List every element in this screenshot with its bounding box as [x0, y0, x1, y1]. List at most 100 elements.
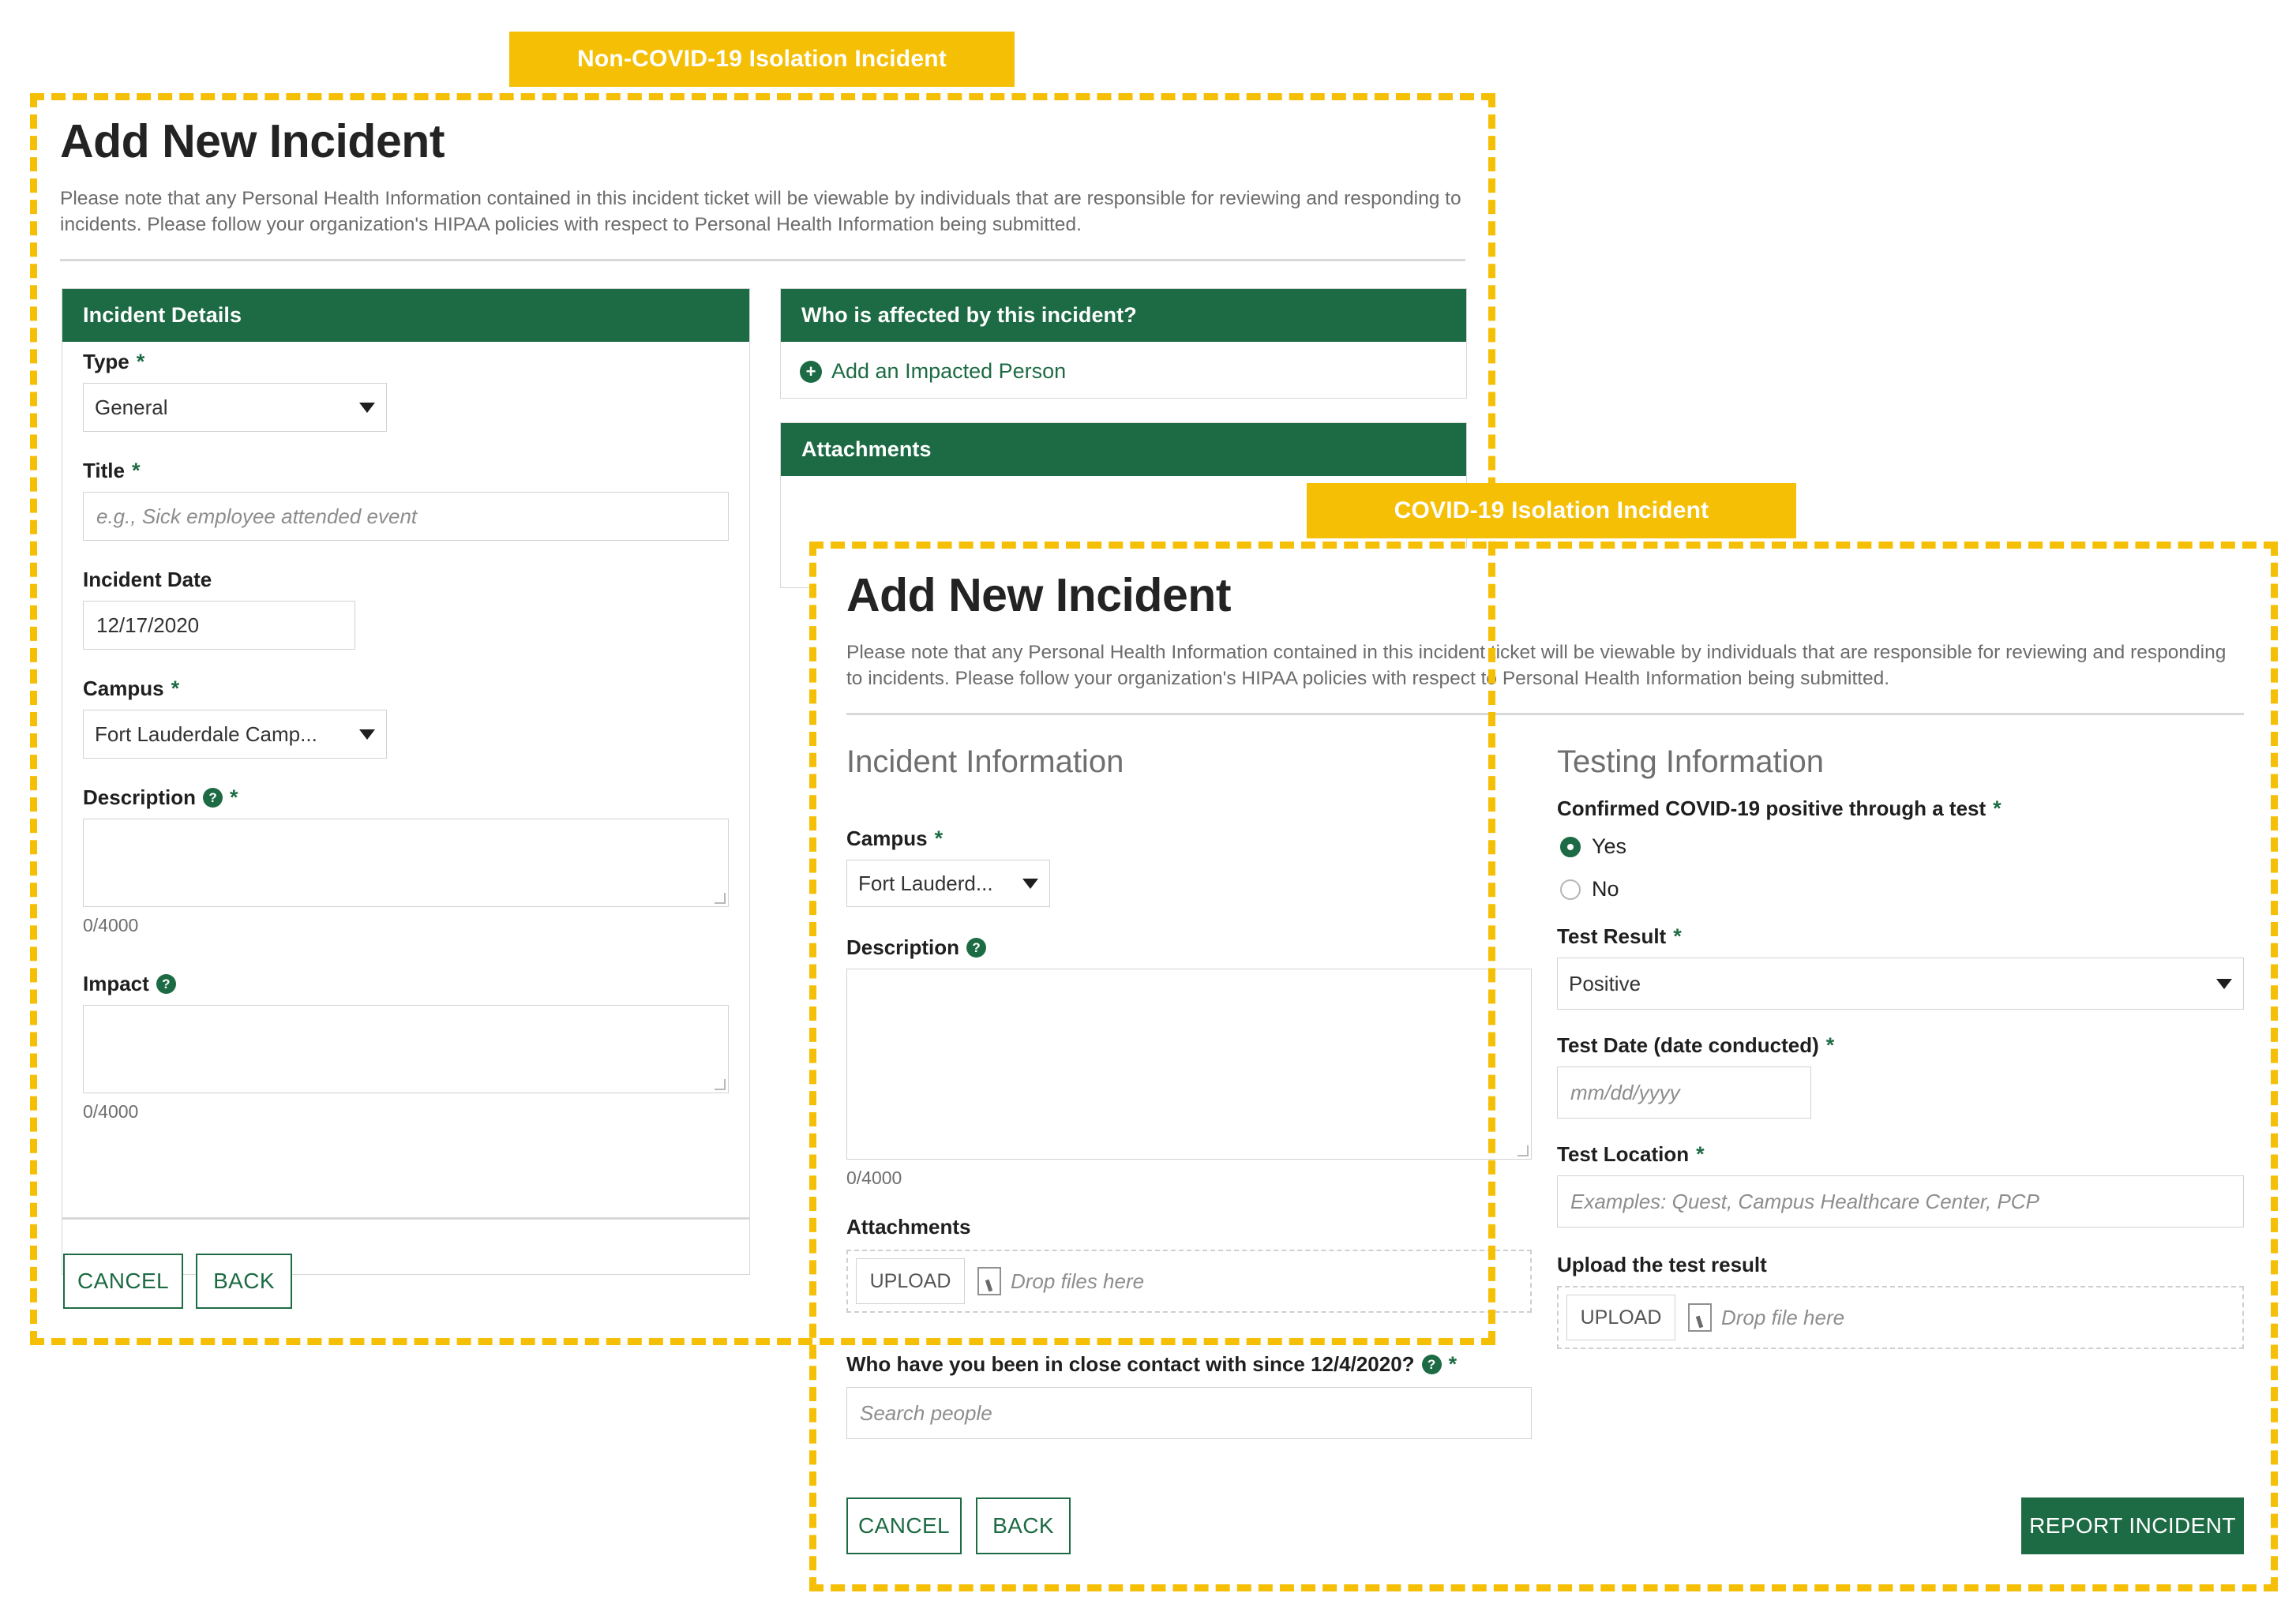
covid-attachments-drop-text: Drop files here [1011, 1269, 1145, 1293]
covid-incident-form: Add New Incident Please note that any Pe… [846, 572, 2244, 1575]
incident-details-card: Incident Details Type * General Title * … [62, 288, 750, 1275]
covid-attachments-label: Attachments [846, 1215, 970, 1239]
upload-test-result-label-text: Upload the test result [1557, 1253, 1767, 1276]
confirmed-no-radio[interactable]: No [1560, 877, 1619, 901]
test-result-value: Positive [1569, 971, 1641, 995]
description-label: Description ? * [83, 785, 238, 810]
confirmed-yes-label: Yes [1592, 834, 1627, 858]
covid-description-label: Description ? [846, 935, 987, 960]
covid-back-button[interactable]: BACK [976, 1497, 1071, 1554]
test-result-label-text: Test Result [1557, 924, 1667, 948]
incident-date-label: Incident Date [83, 568, 212, 592]
covid-hipaa-note: Please note that any Personal Health Inf… [846, 642, 2227, 690]
impact-textarea[interactable] [83, 1005, 729, 1093]
incident-information-title: Incident Information [846, 744, 1124, 779]
chevron-down-icon [2216, 978, 2232, 989]
type-label: Type * [83, 350, 144, 374]
required-asterisk: * [171, 677, 180, 700]
chevron-down-icon [1022, 878, 1038, 889]
affected-persons-card: Who is affected by this incident? + Add … [780, 288, 1467, 399]
radio-unselected-icon [1560, 879, 1581, 900]
covid-campus-select[interactable]: Fort Lauderd... [846, 860, 1050, 907]
affected-persons-body: + Add an Impacted Person [781, 342, 1466, 401]
non-covid-annotation-tag: Non-COVID-19 Isolation Incident [509, 32, 1015, 87]
title-input[interactable]: e.g., Sick employee attended event [83, 492, 729, 541]
covid-campus-label: Campus * [846, 826, 943, 851]
covid-description-label-text: Description [846, 935, 960, 959]
close-contact-label: Who have you been in close contact with … [846, 1352, 1457, 1377]
upload-test-result-label: Upload the test result [1557, 1253, 1767, 1277]
chevron-down-icon [359, 729, 375, 740]
required-asterisk: * [136, 350, 145, 373]
incident-details-body: Type * General Title * e.g., Sick employ… [62, 342, 749, 1308]
required-asterisk: * [1696, 1142, 1705, 1166]
description-counter: 0/4000 [83, 915, 139, 935]
incident-date-input[interactable]: 12/17/2020 [83, 601, 355, 650]
description-textarea[interactable] [83, 819, 729, 907]
help-icon[interactable]: ? [966, 938, 987, 958]
file-drop-icon [1688, 1303, 1712, 1332]
affected-persons-header: Who is affected by this incident? [781, 289, 1466, 342]
report-incident-button[interactable]: REPORT INCIDENT [2021, 1497, 2244, 1554]
test-date-label: Test Date (date conducted) * [1557, 1033, 1834, 1058]
test-result-label: Test Result * [1557, 924, 1682, 949]
add-impacted-person-label: Add an Impacted Person [831, 359, 1067, 383]
add-impacted-person-link[interactable]: + Add an Impacted Person [800, 359, 1447, 384]
covid-description-textarea[interactable] [846, 969, 1532, 1160]
test-result-upload-button[interactable]: UPLOAD [1566, 1295, 1675, 1340]
covid-cancel-button[interactable]: CANCEL [846, 1497, 962, 1554]
close-contact-label-text: Who have you been in close contact with … [846, 1352, 1415, 1376]
campus-select[interactable]: Fort Lauderdale Camp... [83, 710, 387, 759]
page-title: Add New Incident [60, 115, 445, 167]
cancel-button[interactable]: CANCEL [63, 1254, 183, 1309]
required-asterisk: * [1825, 1033, 1835, 1057]
attachments-header: Attachments [781, 423, 1466, 476]
description-label-text: Description [83, 785, 197, 809]
covid-attachments-label-text: Attachments [846, 1215, 971, 1239]
covid-annotation-tag: COVID-19 Isolation Incident [1307, 483, 1796, 538]
type-select-value: General [95, 395, 168, 419]
covid-attachments-dropzone[interactable]: UPLOAD Drop files here [846, 1250, 1532, 1313]
confirmed-positive-label: Confirmed COVID-19 positive through a te… [1557, 797, 2001, 821]
back-button[interactable]: BACK [196, 1254, 292, 1309]
help-icon[interactable]: ? [203, 788, 223, 808]
campus-select-value: Fort Lauderdale Camp... [95, 722, 317, 746]
required-asterisk: * [1673, 924, 1682, 948]
required-asterisk: * [1993, 797, 2001, 820]
impact-label: Impact ? [83, 972, 176, 996]
covid-campus-select-value: Fort Lauderd... [858, 871, 993, 895]
covid-attachments-upload-button[interactable]: UPLOAD [856, 1258, 965, 1304]
test-result-select[interactable]: Positive [1557, 958, 2244, 1010]
help-icon[interactable]: ? [156, 974, 176, 994]
hipaa-note: Please note that any Personal Health Inf… [60, 188, 1461, 236]
required-asterisk: * [1448, 1352, 1458, 1376]
covid-divider [846, 713, 2244, 715]
type-label-text: Type [83, 350, 129, 373]
test-location-label: Test Location * [1557, 1142, 1705, 1167]
screenshot-root: Add New Incident Please note that any Pe… [0, 0, 2296, 1623]
test-date-input[interactable]: mm/dd/yyyy [1557, 1066, 1811, 1119]
test-date-label-text: Test Date (date conducted) [1557, 1033, 1819, 1057]
close-contact-search-input[interactable]: Search people [846, 1387, 1532, 1439]
covid-description-counter: 0/4000 [846, 1168, 902, 1188]
test-result-dropzone[interactable]: UPLOAD Drop file here [1557, 1286, 2244, 1349]
title-label: Title * [83, 459, 141, 483]
confirmed-positive-label-text: Confirmed COVID-19 positive through a te… [1557, 797, 1986, 820]
test-location-label-text: Test Location [1557, 1142, 1690, 1166]
title-label-text: Title [83, 459, 125, 482]
help-icon[interactable]: ? [1421, 1355, 1442, 1374]
incident-date-label-text: Incident Date [83, 568, 212, 591]
test-result-drop-text: Drop file here [1721, 1305, 1845, 1329]
divider [60, 259, 1465, 261]
campus-label: Campus * [83, 677, 179, 701]
plus-circle-icon: + [800, 360, 822, 383]
impact-counter: 0/4000 [83, 1101, 139, 1122]
file-drop-icon [977, 1267, 1001, 1295]
required-asterisk: * [131, 459, 141, 482]
type-select[interactable]: General [83, 383, 387, 432]
test-location-input[interactable]: Examples: Quest, Campus Healthcare Cente… [1557, 1175, 2244, 1228]
required-asterisk: * [934, 826, 944, 850]
confirmed-yes-radio[interactable]: Yes [1560, 834, 1626, 859]
campus-label-text: Campus [83, 677, 164, 700]
impact-label-text: Impact [83, 972, 149, 995]
